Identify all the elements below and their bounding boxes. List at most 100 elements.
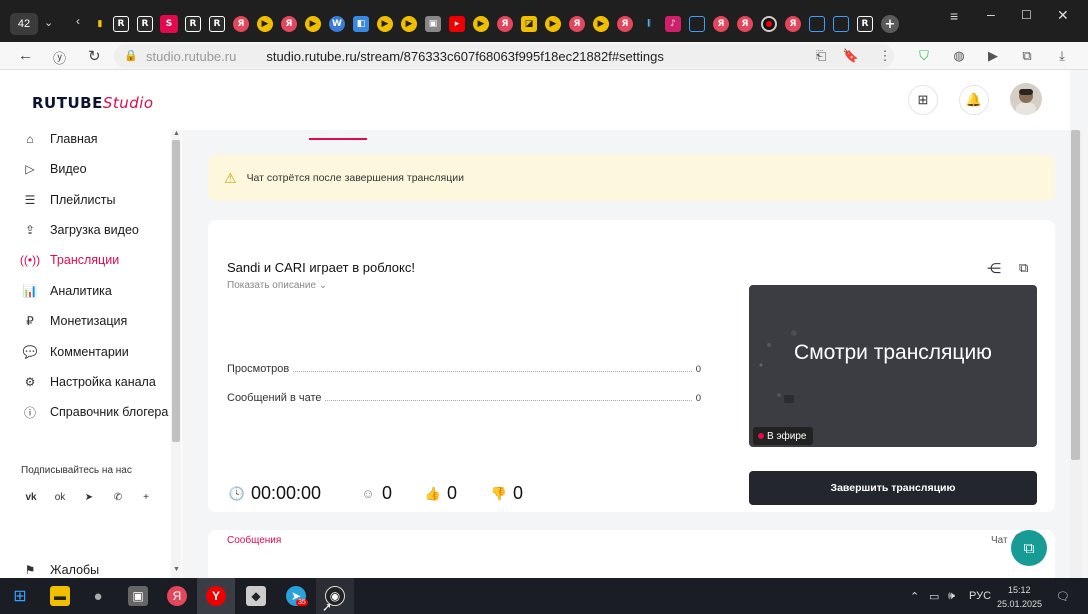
language-indicator[interactable]: РУС: [969, 590, 991, 602]
app-icon[interactable]: ●: [88, 586, 108, 606]
frame-tab-icon[interactable]: [689, 16, 705, 32]
new-tab-icon[interactable]: +: [881, 15, 899, 33]
frame-tab-icon[interactable]: [833, 16, 849, 32]
yandex-tab-icon[interactable]: Я: [281, 16, 297, 32]
menu-icon[interactable]: ≡: [950, 8, 958, 24]
viber-icon[interactable]: ✆: [107, 486, 129, 508]
yandex-icon[interactable]: ⓨ: [53, 48, 66, 67]
lock-icon: 🔒: [124, 50, 138, 62]
tabs-left-icon[interactable]: ‹: [76, 14, 80, 28]
scroll-up-icon[interactable]: ▲: [173, 130, 180, 137]
end-broadcast-button[interactable]: Завершить трансляцию: [749, 471, 1037, 505]
plus-icon[interactable]: +: [135, 486, 157, 508]
page-scroll-thumb[interactable]: [1071, 130, 1080, 460]
chevron-down-icon[interactable]: ⌄: [44, 16, 53, 29]
sidebar-item-playlists[interactable]: ☰ Плейлисты: [22, 192, 116, 208]
yandex-tab-icon[interactable]: Я: [785, 16, 801, 32]
photo-app-icon[interactable]: ▣: [128, 586, 148, 606]
messages-tab[interactable]: Сообщения: [227, 535, 281, 546]
app-tab-icon[interactable]: ▣: [425, 16, 441, 32]
file-explorer-icon[interactable]: ▬: [50, 586, 70, 606]
show-description-link[interactable]: Показать описание ⌄: [227, 280, 327, 291]
play-tab-icon[interactable]: ▶: [545, 16, 561, 32]
app-tab-icon[interactable]: ◧: [353, 16, 369, 32]
music-tab-icon[interactable]: ♪: [665, 16, 681, 32]
vk-icon[interactable]: vk: [20, 486, 42, 508]
play-tab-icon[interactable]: ▶: [593, 16, 609, 32]
reload-icon[interactable]: ↻: [88, 47, 101, 65]
video-download-icon[interactable]: ▶: [985, 48, 1001, 64]
chat-support-button[interactable]: ⧉: [1011, 530, 1047, 566]
notifications-icon[interactable]: 🗨: [1056, 590, 1070, 603]
translate-icon[interactable]: ⎗: [813, 48, 829, 64]
yandex-browser-icon[interactable]: Y: [206, 586, 226, 606]
sidebar-item-help[interactable]: ⓘ Справочник блогера: [22, 404, 168, 420]
back-icon[interactable]: ←: [18, 47, 33, 64]
notifications-button[interactable]: 🔔: [959, 85, 989, 115]
play-tab-icon[interactable]: ▶: [473, 16, 489, 32]
share-icon[interactable]: ⋲: [987, 260, 1001, 277]
rutube-tab-icon[interactable]: R: [113, 16, 129, 32]
ok-icon[interactable]: ok: [49, 486, 71, 508]
windows-start-icon[interactable]: ⊞: [10, 586, 30, 606]
wordpress-tab-icon[interactable]: W: [329, 16, 345, 32]
sidebar-item-video[interactable]: ▷ Видео: [22, 161, 87, 177]
image-tab-icon[interactable]: ◪: [521, 16, 537, 32]
volume-icon[interactable]: 🕪: [948, 590, 955, 603]
yandex-tab-icon[interactable]: Я: [497, 16, 513, 32]
rutube-tab-icon[interactable]: R: [137, 16, 153, 32]
stream-thumbnail[interactable]: Смотри трансляцию В эфире: [749, 285, 1037, 447]
more-icon[interactable]: ⋮: [877, 48, 893, 64]
sidebar-item-comments[interactable]: 💬 Комментарии: [22, 344, 129, 360]
play-tab-icon[interactable]: ▶: [305, 16, 321, 32]
rutube-studio-tab-icon[interactable]: S: [160, 15, 178, 33]
rutube-studio-logo[interactable]: RUTUBEStudio: [32, 94, 154, 112]
rutube-tab-icon[interactable]: R: [857, 16, 873, 32]
scroll-down-icon[interactable]: ▼: [173, 566, 180, 573]
yandex-tab-icon[interactable]: Я: [569, 16, 585, 32]
avatar[interactable]: [1010, 83, 1042, 115]
telegram-icon[interactable]: ➤: [78, 486, 100, 508]
extensions-icon[interactable]: ⧉: [1019, 48, 1035, 64]
clock-date[interactable]: 25.01.2025: [997, 599, 1042, 609]
external-link-icon[interactable]: ⧉: [1019, 260, 1028, 276]
vpn-icon[interactable]: ◍: [951, 48, 967, 64]
play-tab-icon[interactable]: ▶: [257, 16, 273, 32]
sidebar-item-complaints[interactable]: ⚑ Жалобы: [22, 562, 100, 578]
rutube-tab-icon[interactable]: R: [209, 16, 225, 32]
shield-icon[interactable]: ⛉: [916, 48, 932, 64]
bookmark-icon[interactable]: 🔖: [843, 48, 859, 64]
yandex-tab-icon[interactable]: Я: [713, 16, 729, 32]
url-field[interactable]: 🔒 studio.rutube.ru studio.rutube.ru/stre…: [114, 44, 894, 68]
sidebar-item-analytics[interactable]: 📊 Аналитика: [22, 283, 112, 299]
rutube-tab-icon[interactable]: R: [185, 16, 201, 32]
minimize-icon[interactable]: –: [987, 6, 995, 22]
yandex-icon[interactable]: Я: [167, 586, 187, 606]
tab-count-button[interactable]: 42: [10, 13, 38, 35]
sidebar-item-broadcasts[interactable]: ((•)) Трансляции: [20, 252, 119, 268]
download-icon[interactable]: ⤓: [1054, 48, 1070, 64]
sidebar-item-label: Видео: [50, 162, 87, 176]
maximize-icon[interactable]: ☐: [1021, 8, 1032, 22]
sidebar-scroll-thumb[interactable]: [172, 140, 180, 442]
sidebar-item-channel-settings[interactable]: ⚙ Настройка канала: [22, 374, 156, 390]
yandex-tab-icon[interactable]: Я: [233, 16, 249, 32]
play-tab-icon[interactable]: ▶: [377, 16, 393, 32]
audio-tab-icon[interactable]: 𝄃: [641, 16, 657, 32]
close-icon[interactable]: ✕: [1057, 7, 1069, 24]
sidebar-item-monetization[interactable]: ₽ Монетизация: [22, 313, 127, 329]
sidebar-item-upload[interactable]: ⇪ Загрузка видео: [22, 222, 139, 238]
add-content-button[interactable]: ⊞: [908, 85, 938, 115]
roblox-icon[interactable]: ◆: [246, 586, 266, 606]
bookmark-tab-icon[interactable]: ▮: [92, 16, 108, 32]
clock-time[interactable]: 15:12: [1008, 585, 1031, 595]
frame-tab-icon[interactable]: [809, 16, 825, 32]
chevron-up-icon[interactable]: ⌃: [910, 590, 919, 603]
network-icon[interactable]: ▭: [929, 590, 939, 603]
yandex-tab-icon[interactable]: Я: [617, 16, 633, 32]
sidebar-item-home[interactable]: ⌂ Главная: [22, 131, 97, 147]
record-tab-icon[interactable]: [761, 16, 777, 32]
youtube-tab-icon[interactable]: ▸: [449, 16, 465, 32]
play-tab-icon[interactable]: ▶: [401, 16, 417, 32]
yandex-tab-icon[interactable]: Я: [737, 16, 753, 32]
